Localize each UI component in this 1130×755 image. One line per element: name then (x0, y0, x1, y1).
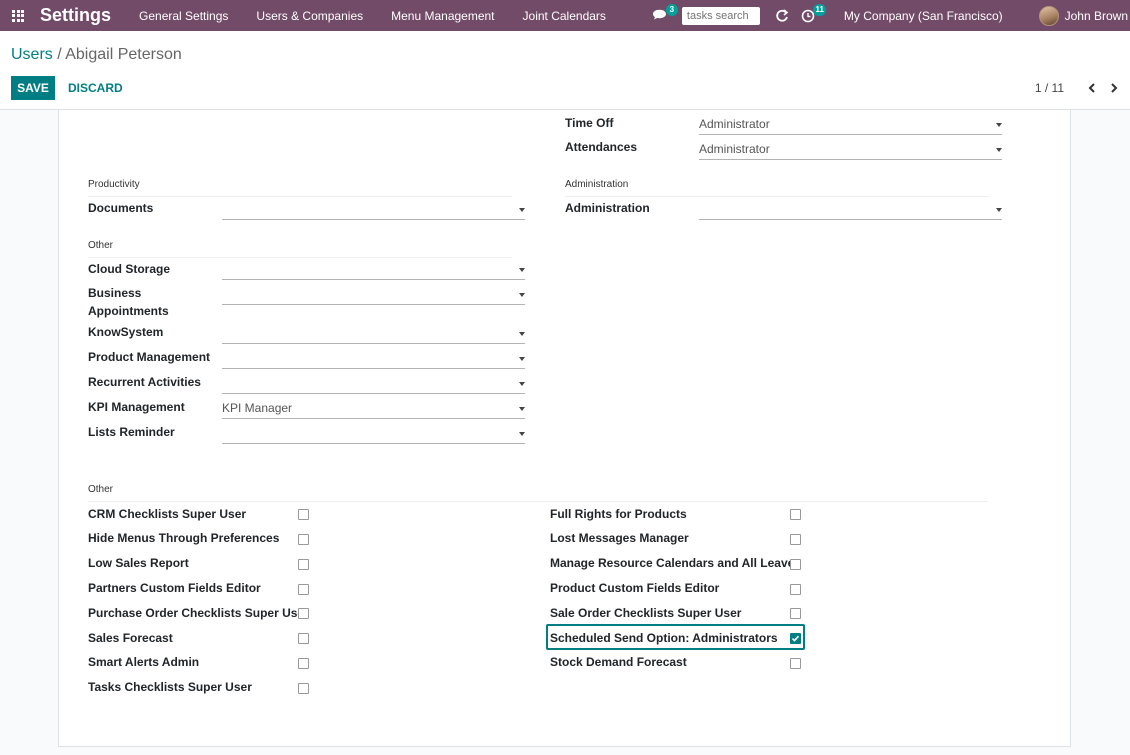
pager: 1 / 11 (1035, 80, 1122, 96)
field-select-cloud-storage[interactable] (222, 259, 525, 280)
apps-menu-icon[interactable] (0, 0, 36, 31)
activities-clock-icon[interactable]: 11 (798, 3, 826, 26)
field-value-kpi-management: KPI Manager (222, 401, 293, 415)
checkbox-lost-messages-manager[interactable] (790, 534, 801, 545)
field-select-administration[interactable] (699, 199, 1002, 220)
activities-badge: 11 (813, 3, 826, 16)
field-select-product-management[interactable] (222, 348, 525, 369)
pager-next-icon[interactable] (1106, 80, 1122, 96)
field-label-kpi-management: KPI Management (88, 400, 185, 414)
field-label-recurrent-activities: Recurrent Activities (88, 375, 201, 389)
save-button[interactable]: SAVE (11, 76, 55, 100)
checkbox-label-crm-checklists: CRM Checklists Super User (88, 507, 247, 521)
field-select-business-appointments[interactable] (222, 284, 525, 305)
field-label-knowsystem: KnowSystem (88, 325, 164, 339)
pager-value[interactable]: 1 / 11 (1035, 81, 1064, 95)
checkbox-purchase-order-checklists[interactable] (298, 608, 309, 619)
chevron-down-icon (519, 332, 525, 336)
form-sheet: Time Off Administrator Attendances Admin… (58, 110, 1071, 747)
top-navbar: Settings General Settings Users & Compan… (0, 0, 1130, 31)
field-select-lists-reminder[interactable] (222, 423, 525, 444)
checkbox-label-sale-order-checklists: Sale Order Checklists Super User (550, 606, 742, 620)
chevron-down-icon (519, 293, 525, 297)
field-label-administration: Administration (565, 201, 650, 215)
breadcrumb-users-link[interactable]: Users (11, 46, 53, 63)
pager-previous-icon[interactable] (1084, 80, 1100, 96)
field-label-documents: Documents (88, 201, 154, 215)
user-avatar[interactable] (1038, 5, 1059, 26)
chevron-down-icon (519, 407, 525, 411)
company-switcher[interactable]: My Company (San Francisco) (844, 9, 1003, 23)
checkbox-label-partners-custom-fields: Partners Custom Fields Editor (88, 581, 261, 595)
menu-menu-management[interactable]: Menu Management (391, 9, 494, 23)
menu-general-settings[interactable]: General Settings (139, 9, 228, 23)
field-label-cloud-storage: Cloud Storage (88, 262, 171, 276)
field-select-knowsystem[interactable] (222, 323, 525, 344)
user-menu[interactable]: John Brown (1065, 9, 1128, 23)
chevron-down-icon (519, 208, 525, 212)
chevron-down-icon (996, 208, 1002, 212)
checkbox-smart-alerts-admin[interactable] (298, 658, 309, 669)
tasks-search-input[interactable] (681, 6, 760, 25)
discard-button[interactable]: DISCARD (64, 76, 127, 100)
checkbox-label-smart-alerts-admin: Smart Alerts Admin (88, 655, 200, 669)
field-select-time-off[interactable]: Administrator (699, 114, 1002, 135)
chevron-down-icon (519, 357, 525, 361)
field-select-attendances[interactable]: Administrator (699, 139, 1002, 160)
checkbox-label-hide-menus: Hide Menus Through Preferences (88, 531, 280, 545)
app-title[interactable]: Settings (40, 5, 111, 26)
chevron-down-icon (996, 148, 1002, 152)
checkbox-label-tasks-checklists: Tasks Checklists Super User (88, 680, 252, 694)
checkbox-full-rights-products[interactable] (790, 509, 801, 520)
checkbox-stock-demand-forecast[interactable] (790, 658, 801, 669)
breadcrumb: Users / Abigail Peterson (11, 46, 182, 64)
messages-icon[interactable]: 3 (650, 3, 678, 26)
field-label-time-off: Time Off (565, 116, 614, 130)
field-select-kpi-management[interactable]: KPI Manager (222, 398, 525, 419)
checkbox-label-low-sales-report: Low Sales Report (88, 556, 189, 570)
messages-badge: 3 (665, 3, 678, 16)
checkbox-tasks-checklists[interactable] (298, 683, 309, 694)
group-title-other-apps: Other (88, 240, 512, 258)
checkbox-partners-custom-fields[interactable] (298, 584, 309, 595)
checkbox-label-stock-demand-forecast: Stock Demand Forecast (550, 655, 687, 669)
checkbox-crm-checklists[interactable] (298, 509, 309, 520)
field-select-documents[interactable] (222, 199, 525, 220)
group-title-administration: Administration (565, 179, 989, 197)
checkbox-hide-menus[interactable] (298, 534, 309, 545)
checkbox-label-manage-resource-calendars: Manage Resource Calendars and All Leaves (550, 556, 801, 570)
chevron-down-icon (996, 123, 1002, 127)
breadcrumb-current: Abigail Peterson (65, 46, 182, 63)
chevron-down-icon (519, 432, 525, 436)
field-label-business-appointments: Business Appointments (88, 286, 169, 318)
breadcrumb-separator: / (52, 46, 66, 63)
checkbox-low-sales-report[interactable] (298, 559, 309, 570)
checkbox-label-full-rights-products: Full Rights for Products (550, 507, 687, 521)
refresh-icon[interactable] (772, 6, 792, 26)
checkbox-sales-forecast[interactable] (298, 633, 309, 644)
checkbox-label-scheduled-send-option: Scheduled Send Option: Administrators (550, 631, 778, 645)
checkbox-label-sales-forecast: Sales Forecast (88, 631, 173, 645)
control-panel: Users / Abigail Peterson SAVE DISCARD 1 … (0, 31, 1130, 110)
checkbox-product-custom-fields[interactable] (790, 584, 801, 595)
menu-users-companies[interactable]: Users & Companies (256, 9, 363, 23)
group-title-other-rights: Other (88, 484, 988, 502)
chevron-down-icon (519, 268, 525, 272)
checkbox-label-product-custom-fields: Product Custom Fields Editor (550, 581, 720, 595)
field-select-recurrent-activities[interactable] (222, 373, 525, 394)
field-label-attendances: Attendances (565, 140, 638, 154)
field-value-time-off: Administrator (699, 117, 770, 131)
checkbox-scheduled-send-option[interactable] (790, 633, 801, 644)
chevron-down-icon (519, 382, 525, 386)
checkbox-label-purchase-order-checklists: Purchase Order Checklists Super User (88, 606, 309, 620)
menu-joint-calendars[interactable]: Joint Calendars (523, 9, 606, 23)
field-label-lists-reminder: Lists Reminder (88, 425, 175, 439)
checkbox-label-lost-messages-manager: Lost Messages Manager (550, 531, 689, 545)
field-value-attendances: Administrator (699, 142, 770, 156)
group-title-productivity: Productivity (88, 179, 512, 197)
checkmark-icon (791, 635, 800, 642)
checkbox-manage-resource-calendars[interactable] (790, 559, 801, 570)
field-label-product-management: Product Management (88, 350, 211, 364)
checkbox-sale-order-checklists[interactable] (790, 608, 801, 619)
